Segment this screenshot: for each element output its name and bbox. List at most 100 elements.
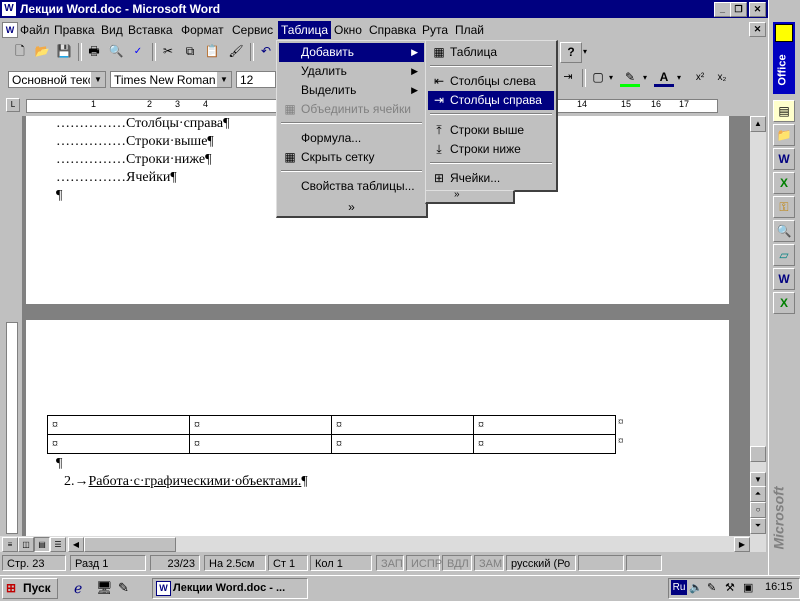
hscroll-thumb[interactable] <box>84 537 176 552</box>
office-logo[interactable]: Office <box>773 22 795 94</box>
office-folder-icon[interactable]: 📁 <box>773 124 795 146</box>
cut-icon[interactable]: ✂ <box>158 42 178 61</box>
next-page-icon[interactable]: ⏷ <box>750 518 766 534</box>
print-icon[interactable]: 🖶 <box>84 42 104 61</box>
minimize-button[interactable]: _ <box>714 2 731 17</box>
page-2[interactable]: ¤ ¤ ¤ ¤ ¤ ¤ ¤ ¤ ¤ ¤ ¶ 2.→Работа·с·графич… <box>26 320 729 536</box>
table-cell[interactable]: ¤ <box>47 415 190 435</box>
table-cell[interactable]: ¤ <box>47 434 190 454</box>
menu-ruta[interactable]: Рута <box>422 23 448 37</box>
scroll-right-icon[interactable]: ▶ <box>734 537 750 552</box>
chevron-down-icon[interactable]: ▾ <box>674 68 684 87</box>
toolbar-options-icon[interactable]: ▾ <box>580 42 590 61</box>
tab-selector[interactable]: L <box>6 98 20 112</box>
new-doc-icon[interactable]: 🗋 <box>10 42 30 61</box>
maximize-button[interactable]: ❐ <box>730 2 747 17</box>
style-combo[interactable]: Основной текст ▼ <box>8 71 106 88</box>
office-excel-icon[interactable]: X <box>773 172 795 194</box>
doc-close-button[interactable]: ✕ <box>749 22 766 37</box>
highlight-icon[interactable]: ✎ <box>620 68 640 87</box>
browse-object-icon[interactable]: ○ <box>750 502 766 518</box>
copy-icon[interactable]: ⧉ <box>180 42 200 61</box>
spelling-icon[interactable]: ✓ <box>128 42 148 61</box>
font-combo[interactable]: Times New Roman ▼ <box>110 71 232 88</box>
menu-item-insert[interactable]: Добавить ▶ <box>279 43 424 62</box>
office-key-icon[interactable]: ⚿ <box>773 196 795 218</box>
web-view-icon[interactable]: ◫ <box>18 537 34 552</box>
menu-item-formula[interactable]: Формула... <box>279 129 424 148</box>
paste-icon[interactable]: 📋 <box>202 42 222 61</box>
office-binder-icon[interactable]: ▱ <box>773 244 795 266</box>
status-rec[interactable]: ЗАП <box>376 555 404 571</box>
close-button[interactable]: ✕ <box>749 2 766 17</box>
superscript-icon[interactable]: x² <box>690 68 710 87</box>
submenu-item-rows-below[interactable]: ⤓ Строки ниже <box>428 140 554 159</box>
office-word-icon[interactable]: W <box>773 148 795 170</box>
menu-format[interactable]: Формат <box>181 23 224 37</box>
submenu-item-columns-left[interactable]: ⇤ Столбцы слева <box>428 72 554 91</box>
menu-view[interactable]: Вид <box>101 23 123 37</box>
submenu-item-rows-above[interactable]: ⤒ Строки выше <box>428 121 554 140</box>
language-indicator[interactable]: Ru <box>671 580 687 595</box>
undo-icon[interactable]: ↶ <box>256 42 276 61</box>
menu-item-table-properties[interactable]: Свойства таблицы... <box>279 177 424 196</box>
table-cell[interactable]: ¤ <box>473 434 616 454</box>
menu-item-hide-gridlines[interactable]: ▦ Скрыть сетку <box>279 148 424 167</box>
document-icon[interactable]: W <box>2 22 18 38</box>
menu-expand[interactable]: » <box>279 198 424 217</box>
volume-icon[interactable]: 🔈 <box>689 581 703 594</box>
status-trk[interactable]: ИСПР <box>406 555 442 571</box>
chevron-down-icon[interactable]: ▼ <box>216 72 231 87</box>
tray-network-icon[interactable]: ▣ <box>743 581 753 594</box>
vertical-ruler[interactable] <box>0 116 22 536</box>
office-word-doc-icon[interactable]: W <box>773 268 795 290</box>
tray-app-icon[interactable]: ✎ <box>707 581 716 594</box>
table-cell[interactable]: ¤ <box>473 415 616 435</box>
start-button[interactable]: ⊞ Пуск <box>2 578 58 599</box>
font-color-icon[interactable]: A <box>654 68 674 87</box>
menu-play[interactable]: Плай <box>455 23 484 37</box>
word-doc-icon[interactable]: W <box>2 2 16 16</box>
show-desktop-icon[interactable]: 🖥 <box>96 580 113 596</box>
scroll-left-icon[interactable]: ◀ <box>68 537 84 552</box>
prev-page-icon[interactable]: ⏶ <box>750 486 766 502</box>
submenu-item-table[interactable]: ▦ Таблица <box>428 43 554 62</box>
scroll-thumb[interactable] <box>750 446 766 462</box>
status-language[interactable]: русский (Ро <box>506 555 576 571</box>
menu-item-merge-cells[interactable]: ▦ Объединить ячейки <box>279 100 424 119</box>
chevron-down-icon[interactable]: ▾ <box>640 68 650 87</box>
tray-tools-icon[interactable]: ⚒ <box>725 581 735 594</box>
borders-icon[interactable]: ▢ <box>588 68 608 87</box>
menu-insert[interactable]: Вставка <box>128 23 173 37</box>
menu-table[interactable]: Таблица <box>278 21 332 39</box>
quicklaunch-icon[interactable]: ✎ <box>118 580 129 596</box>
table-cell[interactable]: ¤ <box>331 415 474 435</box>
page-view-icon[interactable]: ▤ <box>34 537 50 552</box>
menu-item-select[interactable]: Выделить ▶ <box>279 81 424 100</box>
menu-tools[interactable]: Сервис <box>232 23 273 37</box>
help-icon[interactable]: ? <box>560 42 582 63</box>
open-folder-icon[interactable]: 📂 <box>32 42 52 61</box>
title-bar[interactable]: W Лекции Word.doc - Microsoft Word _ ❐ ✕ <box>0 0 768 18</box>
office-excel-doc-icon[interactable]: X <box>773 292 795 314</box>
outline-view-icon[interactable]: ☰ <box>50 537 66 552</box>
menu-item-delete[interactable]: Удалить ▶ <box>279 62 424 81</box>
menu-help[interactable]: Справка <box>369 23 416 37</box>
menu-edit[interactable]: Правка <box>54 23 95 37</box>
office-notes-icon[interactable]: ▤ <box>773 100 795 122</box>
status-ovr[interactable]: ЗАМ <box>474 555 504 571</box>
horizontal-scrollbar[interactable]: ≡ ◫ ▤ ☰ ◀ ▶ <box>0 536 766 552</box>
submenu-item-columns-right[interactable]: ⇥ Столбцы справа <box>428 91 554 110</box>
format-painter-icon[interactable]: 🖌 <box>226 42 246 61</box>
save-icon[interactable]: 💾 <box>54 42 74 61</box>
indent-icon[interactable]: ⇥ <box>558 68 578 87</box>
office-find-icon[interactable]: 🔍 <box>773 220 795 242</box>
print-preview-icon[interactable]: 🔍 <box>106 42 126 61</box>
submenu-expand[interactable]: » <box>425 189 515 204</box>
internet-explorer-icon[interactable]: ℯ <box>74 580 82 597</box>
size-combo[interactable]: 12 <box>236 71 276 88</box>
table-cell[interactable]: ¤ <box>189 434 332 454</box>
subscript-icon[interactable]: x₂ <box>712 68 732 87</box>
chevron-down-icon[interactable]: ▼ <box>90 72 105 87</box>
status-ext[interactable]: ВДЛ <box>442 555 472 571</box>
